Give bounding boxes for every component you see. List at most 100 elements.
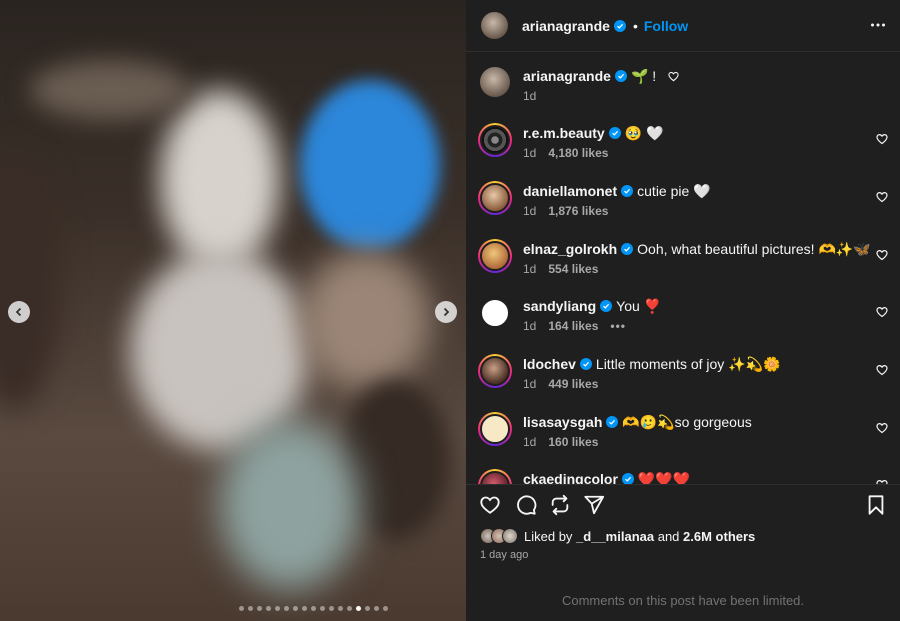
post-timestamp[interactable]: 1 day ago xyxy=(480,549,528,561)
post-details-panel: arianagrande • Follow arianagrande 🌱 ! 1d… xyxy=(466,0,900,621)
bookmark-icon[interactable] xyxy=(865,494,887,516)
comment-like-heart-icon[interactable] xyxy=(876,249,888,261)
comment-row: r.e.m.beauty 🥹 🤍 1d 4,180 likes xyxy=(478,123,888,179)
comment-avatar[interactable] xyxy=(478,354,512,388)
media-blur-shape xyxy=(300,80,440,250)
comment-username[interactable]: ckaedingcolor xyxy=(523,471,618,484)
comment-row: ldochev Little moments of joy ✨💫🌼 1d 449 li… xyxy=(478,354,888,410)
verified-badge-icon xyxy=(621,473,634,484)
comment-likes[interactable]: 4,180 likes xyxy=(548,146,608,160)
comment-time[interactable]: 1d xyxy=(523,204,536,218)
comment-more-button[interactable]: ••• xyxy=(610,319,626,333)
caption-username[interactable]: arianagrande xyxy=(523,68,611,84)
comment-avatar[interactable] xyxy=(478,181,512,215)
comment-row: lisasaysgah 🫶🥲💫so gorgeous 1d 160 likes xyxy=(478,412,888,468)
verified-badge-icon xyxy=(606,416,619,428)
more-horizontal-icon[interactable] xyxy=(870,17,886,33)
carousel-dot xyxy=(247,606,253,611)
verified-badge-icon xyxy=(600,300,613,312)
carousel-dot xyxy=(301,606,307,611)
comment-username[interactable]: daniellamonet xyxy=(523,183,617,199)
media-blur-shape xyxy=(220,420,360,590)
comment-time[interactable]: 1d xyxy=(523,319,536,333)
caption: arianagrande 🌱 ! 1d xyxy=(478,66,888,122)
likes-summary: Liked by _d__milanaa and 2.6M others xyxy=(480,528,755,544)
comment-username[interactable]: elnaz_golrokh xyxy=(523,241,617,257)
caption-avatar[interactable] xyxy=(480,67,510,97)
media-blur-shape xyxy=(30,60,190,120)
carousel-dot xyxy=(355,606,361,611)
comment-avatar[interactable] xyxy=(478,123,512,157)
repost-icon[interactable] xyxy=(549,494,571,516)
verified-badge-icon xyxy=(621,185,634,197)
media-blur-shape xyxy=(0,150,60,410)
comment-likes[interactable]: 449 likes xyxy=(548,377,598,391)
carousel-indicator xyxy=(80,606,466,611)
heart-outline-icon[interactable] xyxy=(668,71,679,82)
comments-limited-notice: Comments on this post have been limited. xyxy=(561,593,805,608)
follow-button[interactable]: Follow xyxy=(644,18,688,34)
carousel-dot xyxy=(265,606,271,611)
liker-avatar xyxy=(502,528,518,544)
post-header: arianagrande • Follow xyxy=(466,0,900,52)
comment-text: cutie pie 🤍 xyxy=(637,183,711,199)
carousel-dot xyxy=(373,606,379,611)
liked-by-joiner: and xyxy=(657,528,680,544)
comment-like-heart-icon[interactable] xyxy=(876,191,888,203)
comment-text: 🫶🥲💫so gorgeous xyxy=(622,414,752,430)
verified-badge-icon xyxy=(614,70,627,82)
carousel-dot xyxy=(328,606,334,611)
verified-badge-icon xyxy=(579,358,592,370)
comment-row: elnaz_golrokh Ooh, what beautiful picture… xyxy=(478,239,888,295)
comment-avatar[interactable] xyxy=(478,239,512,273)
comment-username[interactable]: sandyliang xyxy=(523,298,596,314)
author-avatar[interactable] xyxy=(481,12,508,39)
comment-time[interactable]: 1d xyxy=(523,146,536,160)
caption-time[interactable]: 1d xyxy=(523,89,536,103)
liked-by-prefix: Liked by xyxy=(524,528,573,544)
comment-like-heart-icon[interactable] xyxy=(876,422,888,434)
comment-likes[interactable]: 164 likes xyxy=(548,319,598,333)
comment-icon[interactable] xyxy=(515,494,537,516)
comment-username[interactable]: r.e.m.beauty xyxy=(523,125,605,141)
comment-avatar[interactable] xyxy=(478,296,512,330)
comment-like-heart-icon[interactable] xyxy=(876,364,888,376)
comment-username[interactable]: lisasaysgah xyxy=(523,414,602,430)
comment-text: Little moments of joy ✨💫🌼 xyxy=(595,356,781,372)
comment-avatar[interactable] xyxy=(478,469,512,484)
next-slide-button[interactable] xyxy=(435,301,457,323)
carousel-dot xyxy=(310,606,316,611)
comment-likes[interactable]: 1,876 likes xyxy=(548,204,608,218)
verified-badge-icon xyxy=(613,19,626,32)
comment-time[interactable]: 1d xyxy=(523,435,536,449)
comments-list[interactable]: arianagrande 🌱 ! 1d r.e.m.beauty 🥹 🤍 1d 4,18… xyxy=(466,53,900,484)
previous-slide-button[interactable] xyxy=(8,301,30,323)
chevron-left-icon xyxy=(15,307,22,317)
comment-text: 🥹 🤍 xyxy=(624,125,664,141)
post-media[interactable] xyxy=(0,0,466,621)
comment-like-heart-icon[interactable] xyxy=(876,306,888,318)
comment-username[interactable]: ldochev xyxy=(523,356,576,372)
verified-badge-icon xyxy=(621,243,634,255)
comment-text: Ooh, what beautiful pictures! 🫶✨🦋 xyxy=(637,241,871,257)
liked-by-user[interactable]: _d__milanaa xyxy=(576,529,654,544)
likes-count[interactable]: 2.6M others xyxy=(683,529,755,544)
carousel-dot xyxy=(346,606,352,611)
header-separator: • xyxy=(632,17,638,34)
comment-time[interactable]: 1d xyxy=(523,377,536,391)
comment-time[interactable]: 1d xyxy=(523,262,536,276)
carousel-dot xyxy=(292,606,298,611)
media-blur-shape xyxy=(160,90,280,270)
comment-row: daniellamonet cutie pie 🤍 1d 1,876 likes xyxy=(478,181,888,237)
share-icon[interactable] xyxy=(583,494,605,516)
comment-text: ❤️❤️❤️ xyxy=(637,471,691,484)
heart-icon[interactable] xyxy=(479,494,501,516)
author-username[interactable]: arianagrande xyxy=(522,18,610,34)
comment-avatar[interactable] xyxy=(478,412,512,446)
carousel-dot xyxy=(256,606,262,611)
comment-likes[interactable]: 160 likes xyxy=(548,435,598,449)
comment-like-heart-icon[interactable] xyxy=(876,133,888,145)
chevron-right-icon xyxy=(443,307,450,317)
comment-likes[interactable]: 554 likes xyxy=(548,262,598,276)
comment-row: sandyliang You ❣️ 1d 164 likes ••• xyxy=(478,296,888,352)
